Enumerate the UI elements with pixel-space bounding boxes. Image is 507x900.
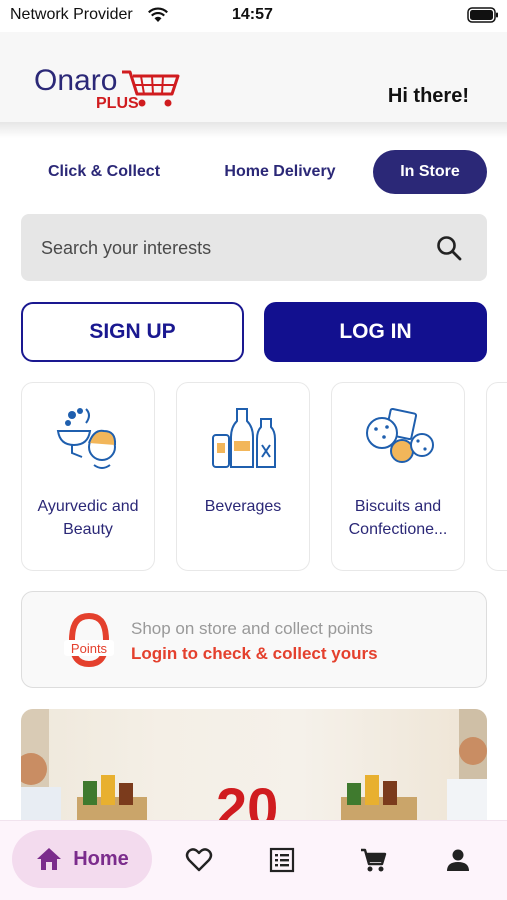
biscuits-icon (366, 407, 434, 463)
category-card-ayurvedic[interactable]: Ayurvedic and Beauty (21, 382, 155, 571)
tab-click-collect[interactable]: Click & Collect (30, 150, 178, 194)
search-placeholder: Search your interests (41, 238, 212, 258)
category-label: Beverages (204, 498, 282, 515)
category-card-partial[interactable] (486, 382, 507, 571)
header-shadow (0, 122, 507, 138)
svg-text:Points: Points (71, 641, 108, 656)
beverages-icon (212, 408, 276, 468)
category-label: Biscuits and Confectione... (348, 498, 448, 538)
category-card-biscuits[interactable]: Biscuits and Confectione... (331, 382, 465, 571)
onaro-plus-logo[interactable]: Onaro PLUS (34, 64, 184, 114)
status-bar: Network Provider 14:57 (0, 0, 507, 32)
profile-icon[interactable] (444, 846, 472, 874)
points-banner[interactable]: Points Shop on store and collect points … (21, 591, 487, 688)
carrier-label: Network Provider (10, 6, 133, 23)
wifi-icon (148, 7, 168, 22)
greeting-text: Hi there! (387, 85, 469, 107)
tab-in-store[interactable]: In Store (373, 150, 487, 194)
nav-home[interactable]: Home (12, 830, 152, 888)
tab-home-delivery[interactable]: Home Delivery (212, 150, 348, 194)
bottom-navigation: Home (0, 820, 507, 900)
nav-home-label: Home (73, 847, 129, 870)
svg-text:Onaro: Onaro (34, 64, 117, 97)
search-input[interactable]: Search your interests (21, 214, 487, 281)
points-login-link[interactable]: Login to check & collect yours (131, 644, 378, 664)
home-icon (37, 848, 62, 870)
sign-up-button[interactable]: SIGN UP (21, 302, 244, 362)
points-icon: Points (64, 612, 114, 668)
points-title: Shop on store and collect points (131, 619, 373, 638)
heart-icon[interactable] (185, 846, 213, 874)
category-label: Ayurvedic and Beauty (37, 498, 139, 538)
svg-text:PLUS: PLUS (96, 95, 139, 112)
clock: 14:57 (232, 6, 273, 23)
log-in-button[interactable]: LOG IN (264, 302, 487, 362)
battery-icon (467, 7, 498, 23)
ayurvedic-beauty-icon (56, 408, 117, 469)
orders-list-icon[interactable] (268, 846, 296, 874)
cart-icon[interactable] (359, 846, 387, 874)
category-card-beverages[interactable]: Beverages (176, 382, 310, 571)
search-icon[interactable] (435, 234, 463, 262)
